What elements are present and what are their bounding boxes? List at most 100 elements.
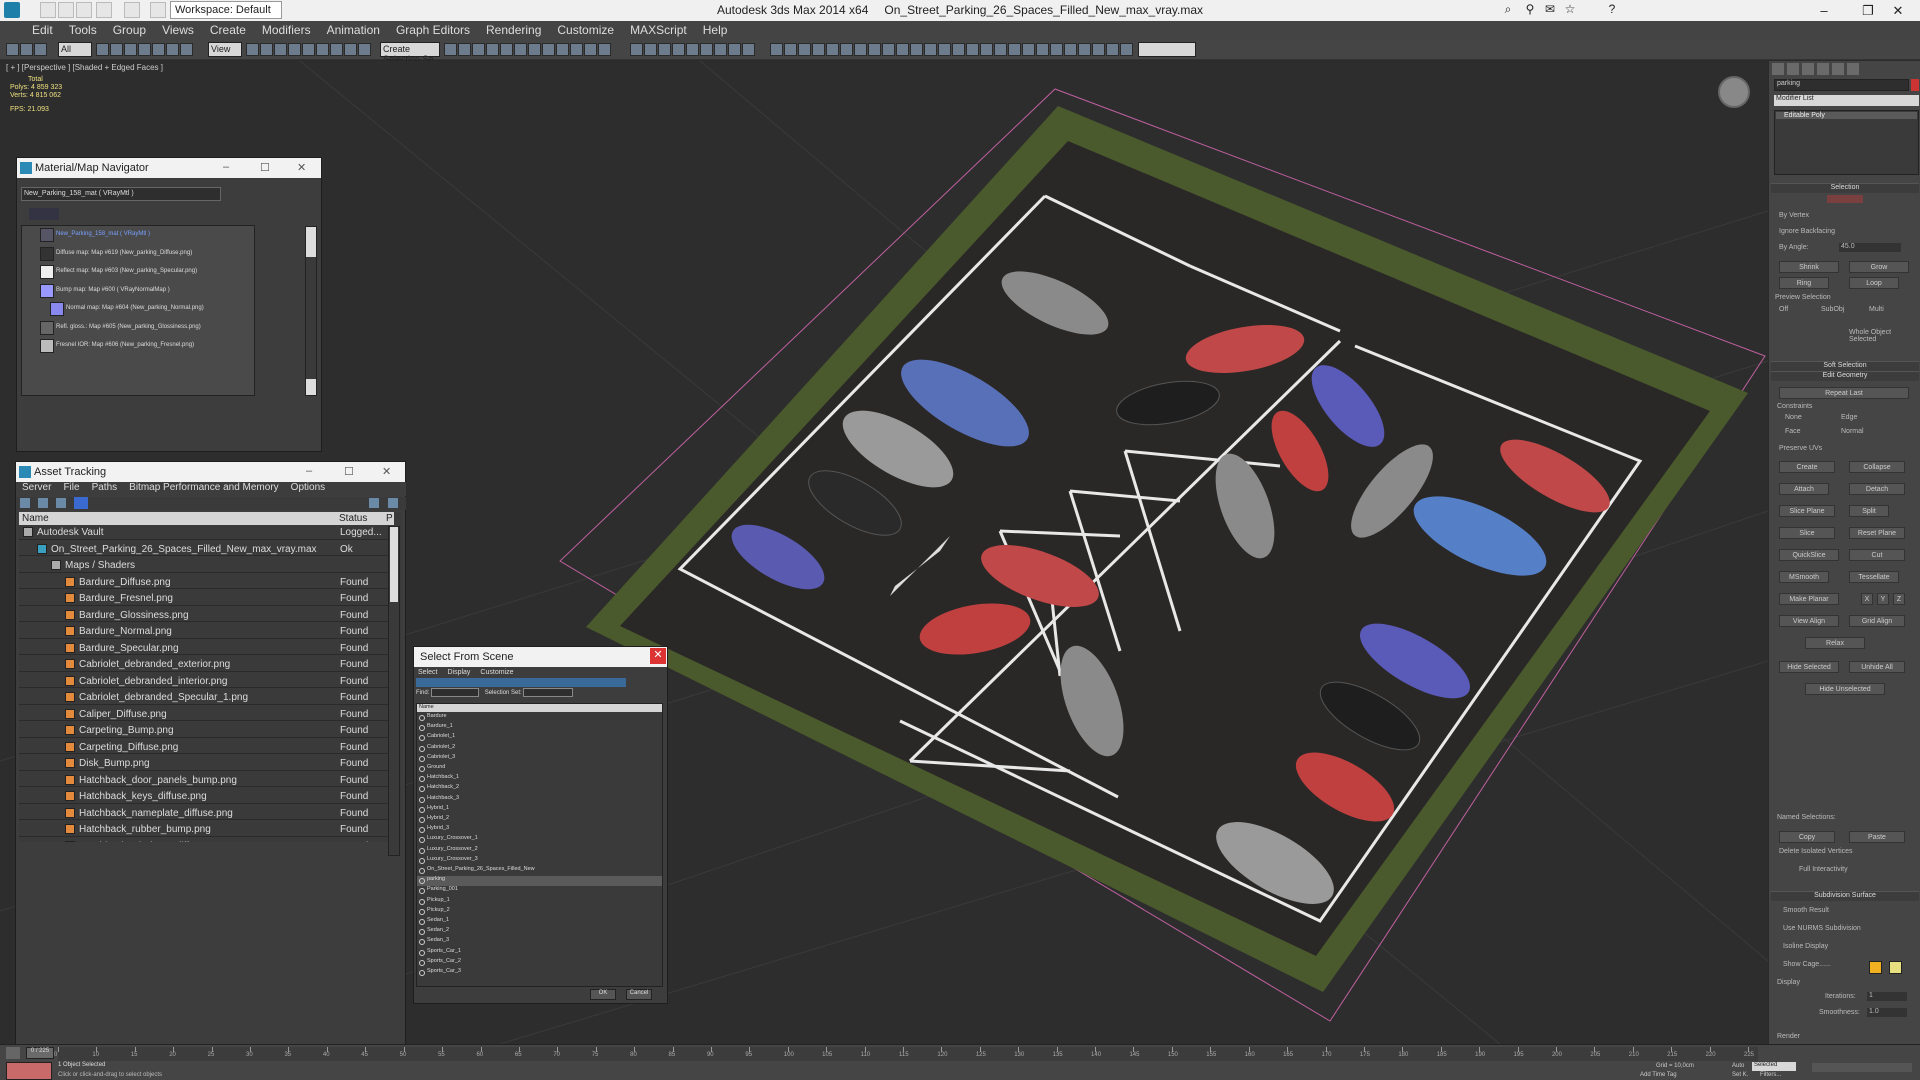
geometry-button-tessellate[interactable]: Tessellate <box>1849 571 1899 583</box>
asset-row[interactable]: Hatchback_door_panels_bump.png Found <box>19 774 394 787</box>
matnav-view-toggle-icon[interactable] <box>29 208 59 220</box>
sfs-titlebar[interactable]: Select From Scene ✕ <box>414 647 667 667</box>
toolbar-tool-icon[interactable] <box>288 43 301 56</box>
geometry-button-detach[interactable]: Detach <box>1849 483 1905 495</box>
by-angle-checkbox[interactable]: By Angle: <box>1779 244 1809 251</box>
toolbar-tool-icon[interactable] <box>472 43 485 56</box>
toolbar-tool-icon[interactable] <box>486 43 499 56</box>
geometry-button-reset-plane[interactable]: Reset Plane <box>1849 527 1905 539</box>
scene-object-item[interactable]: Sedan_3 <box>417 937 662 947</box>
toolbar-tool-icon[interactable] <box>868 43 881 56</box>
object-color-swatch[interactable] <box>1911 79 1919 91</box>
sfs-menu-select[interactable]: Select <box>418 669 437 676</box>
toolbar-tool-icon[interactable] <box>742 43 755 56</box>
toolbar-tool-icon[interactable] <box>980 43 993 56</box>
toolbar-tool-icon[interactable] <box>1106 43 1119 56</box>
modify-tab-icon[interactable] <box>1787 63 1799 75</box>
toolbar-tool-icon[interactable] <box>630 43 643 56</box>
rollout-soft-selection[interactable]: Soft Selection <box>1771 361 1919 371</box>
menu-maxscript[interactable]: MAXScript <box>622 21 695 37</box>
scene-object-item[interactable]: Sedan_1 <box>417 917 662 927</box>
asset-menu-bitmap-performance[interactable]: Bitmap Performance and Memory <box>129 482 279 493</box>
isoline-display-checkbox[interactable]: Isoline Display <box>1783 943 1828 950</box>
scene-object-item[interactable]: Sedan_2 <box>417 927 662 937</box>
matnav-minimize-icon[interactable]: – <box>223 161 229 173</box>
scene-object-item[interactable]: Luxury_Crossover_1 <box>417 835 662 845</box>
toolbar-tool-icon[interactable] <box>570 43 583 56</box>
toolbar-tool-icon[interactable] <box>910 43 923 56</box>
geometry-button-unhide-all[interactable]: Unhide All <box>1849 661 1905 673</box>
set-key-button[interactable]: Set K. <box>1732 1072 1748 1078</box>
perspective-viewport[interactable]: [ + ] [Perspective ] [Shaded + Edged Fac… <box>0 61 1768 1044</box>
geometry-button-quickslice[interactable]: QuickSlice <box>1779 549 1839 561</box>
asset-menu-server[interactable]: Server <box>22 482 51 493</box>
scene-object-item[interactable]: Pickup_1 <box>417 897 662 907</box>
paste-button[interactable]: Paste <box>1849 831 1905 843</box>
add-time-tag-button[interactable]: Add Time Tag <box>1640 1072 1677 1078</box>
toolbar-tool-icon[interactable] <box>938 43 951 56</box>
toolbar-tool-icon[interactable] <box>686 43 699 56</box>
ring-button[interactable]: Ring <box>1779 277 1829 289</box>
toolbar-tool-icon[interactable] <box>246 43 259 56</box>
search-icon[interactable]: ⌕ <box>1500 2 1516 18</box>
matnav-scroll-thumb[interactable] <box>306 227 316 257</box>
smoothness-spinner[interactable]: 1.0 <box>1867 1008 1907 1017</box>
asset-row[interactable]: Hatchback_windows_diffuse.png Found <box>19 840 394 842</box>
scene-object-item[interactable]: Cabriolet_1 <box>417 733 662 743</box>
menu-modifiers[interactable]: Modifiers <box>254 21 319 37</box>
toolbar-tool-icon[interactable] <box>138 43 151 56</box>
toolbar-tool-icon[interactable] <box>166 43 179 56</box>
copy-button[interactable]: Copy <box>1779 831 1835 843</box>
menu-help[interactable]: Help <box>695 21 736 37</box>
asset-menu-paths[interactable]: Paths <box>92 482 118 493</box>
object-name-field[interactable]: parking <box>1774 79 1909 91</box>
toolbar-tool-icon[interactable] <box>528 43 541 56</box>
loop-button[interactable]: Loop <box>1849 277 1899 289</box>
close-icon[interactable]: ✕ <box>1876 0 1920 21</box>
asset-minimize-icon[interactable]: – <box>306 465 312 477</box>
menu-group[interactable]: Group <box>105 21 154 37</box>
constraint-normal-radio[interactable]: Normal <box>1841 428 1864 435</box>
asset-scrollbar[interactable] <box>388 526 400 856</box>
asset-row[interactable]: Maps / Shaders <box>19 559 394 573</box>
help-icon[interactable]: ? <box>1604 2 1620 18</box>
key-filters-button[interactable]: Filters... <box>1760 1072 1781 1078</box>
asset-row[interactable]: Bardure_Glossiness.png Found <box>19 609 394 622</box>
menu-animation[interactable]: Animation <box>319 21 388 37</box>
sfs-ok-button[interactable]: OK <box>590 989 616 1000</box>
geometry-button-z[interactable]: Z <box>1893 593 1905 605</box>
menu-edit[interactable]: Edit <box>24 21 61 37</box>
matnav-scrollbar[interactable] <box>305 226 317 396</box>
geometry-button-slice-plane[interactable]: Slice Plane <box>1779 505 1835 517</box>
asset-help-icon[interactable] <box>369 498 379 508</box>
geometry-button-collapse[interactable]: Collapse <box>1849 461 1905 473</box>
toolbar-tool-icon[interactable] <box>556 43 569 56</box>
toolbar-tool-icon[interactable] <box>152 43 165 56</box>
asset-row[interactable]: Carpeting_Diffuse.png Found <box>19 741 394 754</box>
cage-color-1[interactable] <box>1869 961 1882 974</box>
menu-graph-editors[interactable]: Graph Editors <box>388 21 478 37</box>
asset-row[interactable]: Autodesk Vault Logged... <box>19 526 394 540</box>
toolbar-tool-icon[interactable] <box>840 43 853 56</box>
toolbar-tool-icon[interactable] <box>1078 43 1091 56</box>
toolbar-tool-icon[interactable] <box>798 43 811 56</box>
matnav-maximize-icon[interactable]: ☐ <box>260 161 270 174</box>
toolbar-tool-icon[interactable] <box>110 43 123 56</box>
geometry-button-view-align[interactable]: View Align <box>1779 615 1839 627</box>
asset-menu-file[interactable]: File <box>63 482 79 493</box>
toolbar-tool-icon[interactable] <box>1120 43 1133 56</box>
toolbar-tool-icon[interactable] <box>514 43 527 56</box>
key-filter-dropdown[interactable]: Selected <box>1752 1062 1796 1071</box>
full-interactivity-checkbox[interactable]: Full Interactivity <box>1799 866 1848 873</box>
asset-settings-icon[interactable] <box>388 498 398 508</box>
asset-row[interactable]: Bardure_Fresnel.png Found <box>19 592 394 606</box>
toolbar-tool-icon[interactable] <box>854 43 867 56</box>
mini-curve-editor-icon[interactable] <box>6 1047 20 1059</box>
toolbar-tool-icon[interactable] <box>598 43 611 56</box>
asset-col-p[interactable]: P <box>386 513 393 524</box>
named-selection-set-dropdown[interactable]: Create Selection Se <box>380 42 440 64</box>
geometry-button-cut[interactable]: Cut <box>1849 549 1905 561</box>
asset-close-icon[interactable]: ✕ <box>382 465 391 478</box>
scene-object-item[interactable]: Sports_Car_2 <box>417 958 662 968</box>
asset-row[interactable]: Caliper_Diffuse.png Found <box>19 708 394 721</box>
